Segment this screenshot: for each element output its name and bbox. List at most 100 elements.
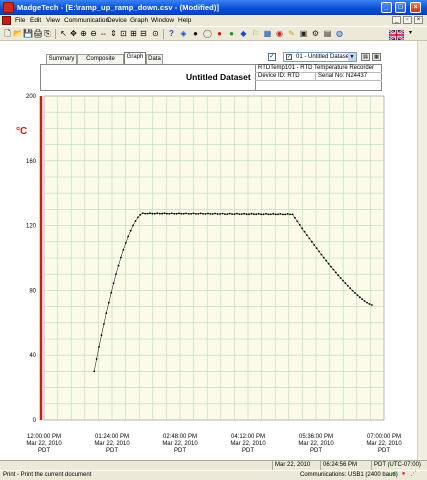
x-tick-text: 04:12:00 PM: [231, 434, 265, 440]
menu-edit[interactable]: Edit: [30, 17, 41, 24]
x-tick-text: 07:00:00 PM: [367, 434, 401, 440]
tab-composite-graph[interactable]: Composite Graph: [77, 54, 124, 71]
cursor-icon[interactable]: ↖: [59, 29, 68, 38]
minimize-button[interactable]: _: [381, 2, 392, 13]
data-point: [98, 346, 100, 348]
menu-device[interactable]: Device: [107, 17, 127, 24]
serial-number: Serial No: N24437: [318, 73, 368, 79]
menu-window[interactable]: Window: [151, 17, 174, 24]
zoom-x-icon[interactable]: ⇔: [99, 29, 108, 38]
data-point: [248, 213, 250, 216]
stop-icon[interactable]: ●: [191, 29, 200, 38]
export-icon[interactable]: ⎘: [43, 29, 52, 38]
close-button[interactable]: ×: [410, 2, 421, 13]
save-icon[interactable]: 💾: [23, 29, 33, 38]
menu-view[interactable]: View: [46, 17, 60, 24]
data-point: [163, 212, 166, 215]
play-icon[interactable]: ◯: [203, 29, 212, 38]
zoom-y-icon[interactable]: ⇕: [109, 29, 118, 38]
zoom-fit-icon[interactable]: ⊞: [129, 29, 138, 38]
x-tick-text: Mar 22, 2010: [162, 441, 198, 447]
data-point: [127, 235, 130, 238]
data-point: [363, 300, 366, 302]
print-icon[interactable]: 🖨: [33, 29, 43, 38]
alarm-icon[interactable]: ◉: [275, 29, 284, 38]
menu-communication[interactable]: Communication: [64, 17, 109, 24]
x-tick-text: Mar 22, 2010: [94, 441, 130, 447]
data-point: [170, 212, 173, 215]
temperature-chart[interactable]: 04080120160200°C12:00:00 PMMar 22, 2010P…: [0, 90, 417, 460]
maximize-button[interactable]: □: [395, 2, 406, 13]
menu-help[interactable]: Help: [178, 17, 191, 24]
data-point: [161, 212, 164, 215]
marker-icon[interactable]: ◆: [239, 29, 248, 38]
flag-icon[interactable]: ⚐: [251, 29, 260, 38]
data-point: [330, 265, 332, 268]
mdi-close-button[interactable]: ×: [414, 16, 423, 24]
dataset-remove-button[interactable]: ▦: [372, 53, 381, 61]
new-icon[interactable]: 🗋: [3, 29, 12, 38]
data-point: [195, 213, 197, 215]
key-icon[interactable]: ✎: [287, 29, 296, 38]
zoom-reset-icon[interactable]: ⊟: [139, 29, 148, 38]
data-point: [310, 240, 313, 243]
mdi-restore-button[interactable]: ▫: [403, 16, 412, 24]
data-point: [105, 312, 108, 314]
dataset-select[interactable]: ✓ 01 - Untitled Dataset ▼: [283, 52, 357, 62]
data-point: [279, 213, 282, 215]
record-icon[interactable]: ●: [215, 29, 224, 38]
connection-icon: ●: [391, 471, 396, 477]
uk-flag-icon[interactable]: [389, 30, 404, 40]
vertical-scrollbar[interactable]: [417, 41, 427, 460]
data-point: [209, 213, 212, 215]
chevron-down-icon[interactable]: ▼: [348, 53, 356, 61]
zoom-extra-icon[interactable]: ⊙: [151, 29, 160, 38]
title-bar: MadgeTech - [E:\ramp_up_ramp_down.csv - …: [0, 0, 427, 15]
menu-file[interactable]: File: [15, 17, 25, 24]
show-dataset-checkbox[interactable]: ✓: [268, 53, 276, 61]
x-tick-text: PDT: [378, 448, 390, 454]
data-point: [260, 213, 262, 216]
open-icon[interactable]: 📂: [13, 29, 23, 38]
data-point: [334, 271, 337, 274]
data-point: [291, 213, 294, 216]
menu-graph[interactable]: Graph: [130, 17, 148, 24]
data-point: [216, 213, 219, 215]
tab-graph[interactable]: Graph: [124, 52, 146, 64]
calibration-icon[interactable]: ▣: [299, 29, 308, 38]
data-point: [211, 213, 214, 215]
dataset-options-button[interactable]: ▤: [361, 53, 370, 61]
status-icon[interactable]: ●: [227, 29, 236, 38]
zoom-in-icon[interactable]: ⊕: [79, 29, 88, 38]
data-point: [192, 212, 195, 215]
y-tick-label: 40: [29, 353, 36, 359]
device-list-icon[interactable]: ▦: [263, 29, 272, 38]
x-tick-text: Mar 22, 2010: [26, 441, 62, 447]
app-icon[interactable]: [3, 2, 14, 13]
y-tick-label: 200: [26, 94, 37, 100]
tab-data[interactable]: Data: [146, 54, 163, 64]
y-tick-label: 80: [29, 288, 36, 294]
zoom-box-icon[interactable]: ⊡: [119, 29, 128, 38]
pan-icon[interactable]: ✥: [69, 29, 78, 38]
data-point: [371, 304, 373, 306]
language-dropdown-icon[interactable]: ▾: [406, 29, 415, 38]
resize-grip-icon: ⋰: [410, 471, 417, 477]
help-icon[interactable]: ?: [167, 29, 176, 38]
device-icon[interactable]: ◈: [179, 29, 188, 38]
x-tick-label: 12:00:00 PMMar 22, 2010PDT: [26, 434, 62, 454]
settings-icon[interactable]: ⚙: [311, 29, 320, 38]
zoom-out-icon[interactable]: ⊖: [89, 29, 98, 38]
data-point: [322, 256, 325, 259]
dataset-checkbox[interactable]: ✓: [286, 54, 292, 60]
info-icon[interactable]: ▤: [323, 29, 332, 38]
x-tick-label: 07:00:00 PMMar 22, 2010PDT: [366, 434, 402, 454]
data-point: [313, 244, 316, 246]
y-tick-label: 160: [26, 159, 37, 165]
status-date: Mar 22, 2010: [272, 461, 313, 470]
document-icon[interactable]: [2, 16, 11, 25]
mdi-minimize-button[interactable]: _: [392, 16, 401, 24]
data-point: [168, 212, 171, 215]
globe-icon[interactable]: ◍: [335, 29, 344, 38]
tab-summary[interactable]: Summary: [46, 54, 77, 64]
